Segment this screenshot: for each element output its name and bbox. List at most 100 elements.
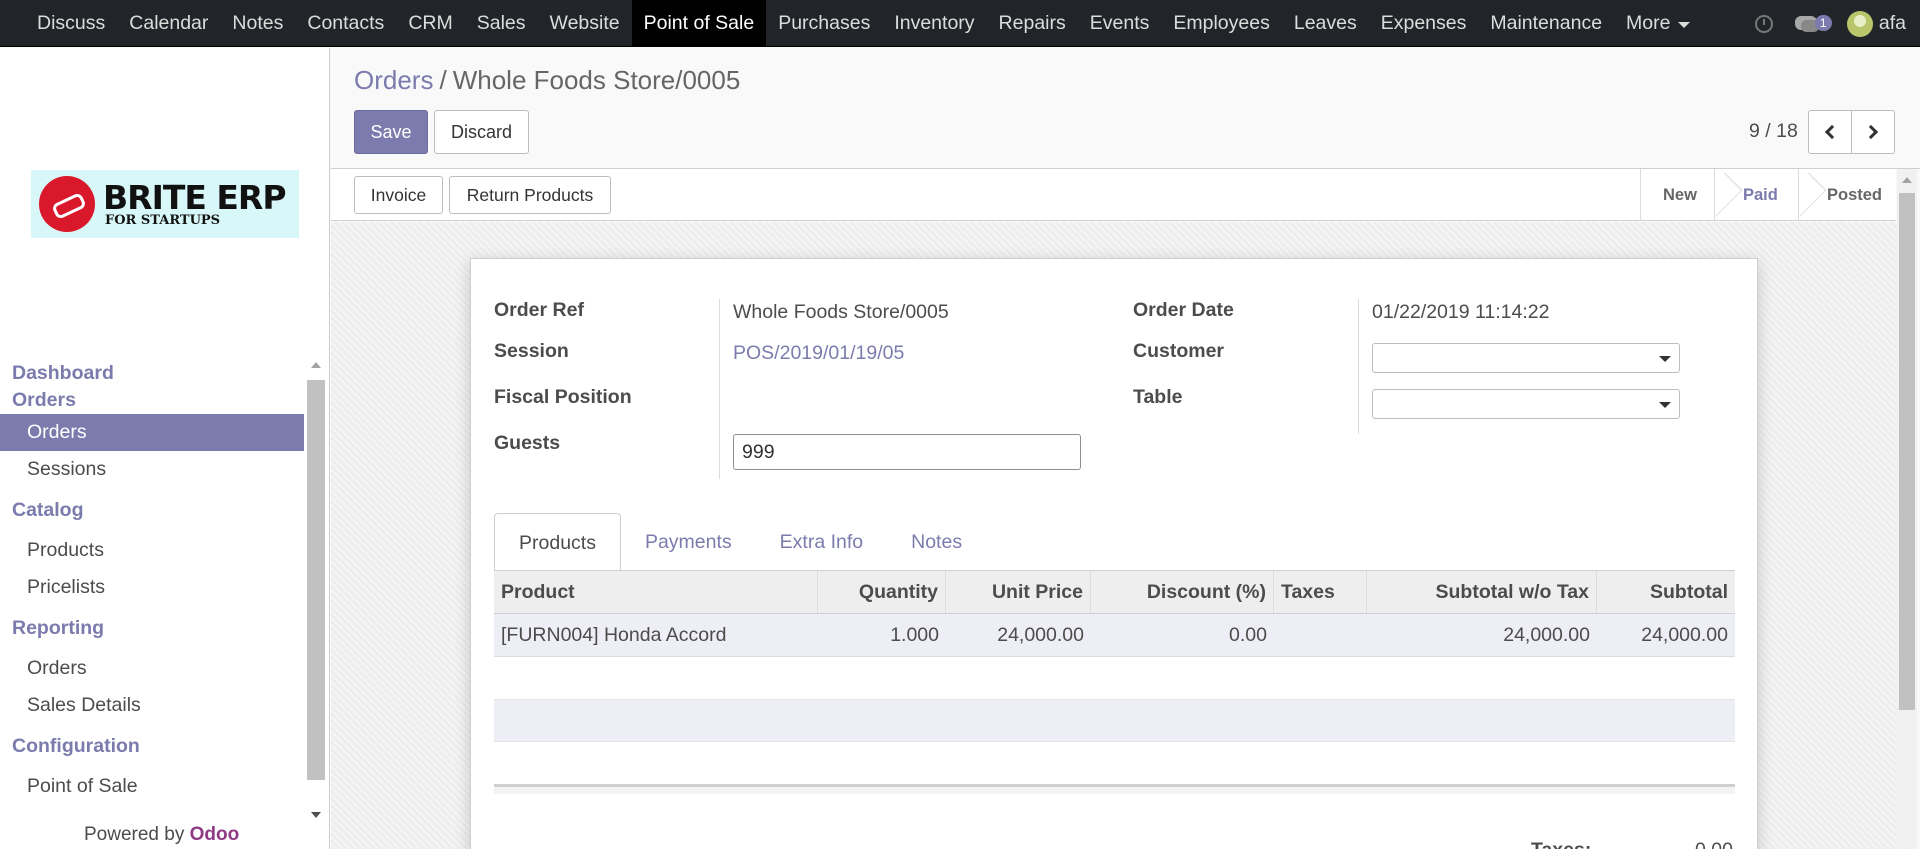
scroll-down-arrow-icon[interactable] xyxy=(311,812,321,818)
sidebar-section-dashboard[interactable]: Dashboard xyxy=(0,360,304,387)
cell-subtotal-wo-tax: 24,000.00 xyxy=(1503,624,1590,646)
main-scrollbar[interactable] xyxy=(1897,169,1917,849)
activity-clock-icon[interactable] xyxy=(1754,14,1773,33)
pager-next-button[interactable] xyxy=(1851,110,1895,154)
sidebar-section-reporting[interactable]: Reporting xyxy=(0,606,304,650)
guests-input[interactable]: 999 xyxy=(733,434,1081,470)
nav-item-sales[interactable]: Sales xyxy=(465,0,538,47)
cell-quantity: 1.000 xyxy=(890,624,939,646)
column-header-taxes[interactable]: Taxes xyxy=(1274,571,1367,613)
nav-item-point-of-sale[interactable]: Point of Sale xyxy=(631,0,767,47)
scroll-up-arrow-icon[interactable] xyxy=(311,362,321,368)
order-ref-value: Whole Foods Store/0005 xyxy=(733,301,949,323)
nav-item-website[interactable]: Website xyxy=(538,0,632,47)
cell-product: [FURN004] Honda Accord xyxy=(501,624,727,646)
fiscal-position-label: Fiscal Position xyxy=(494,386,632,408)
company-logo: BRITE ERP FOR STARTUPS xyxy=(31,170,299,238)
pager-previous-button[interactable] xyxy=(1808,110,1852,154)
sidebar-item-reporting-orders[interactable]: Orders xyxy=(0,650,304,687)
customer-select[interactable] xyxy=(1372,343,1680,373)
systray: 1 afa xyxy=(1754,0,1920,47)
sidebar-item-orders[interactable]: Orders xyxy=(0,414,304,451)
nav-item-contacts[interactable]: Contacts xyxy=(295,0,396,47)
cell-taxes xyxy=(1274,614,1367,656)
cell-subtotal: 24,000.00 xyxy=(1641,624,1728,646)
chat-icon[interactable]: 1 xyxy=(1794,13,1832,35)
taxes-label: Taxes: xyxy=(1531,839,1591,849)
guests-label: Guests xyxy=(494,432,561,454)
column-header-unit-price[interactable]: Unit Price xyxy=(946,571,1091,613)
sidebar-scrollbar[interactable] xyxy=(306,362,326,822)
chevron-left-icon xyxy=(1824,124,1840,140)
nav-item-calendar[interactable]: Calendar xyxy=(117,0,220,47)
session-link[interactable]: POS/2019/01/19/05 xyxy=(733,342,904,365)
cell-unit-price: 24,000.00 xyxy=(997,624,1084,646)
nav-more-label: More xyxy=(1626,11,1671,34)
column-header-subtotal[interactable]: Subtotal xyxy=(1597,571,1735,613)
odoo-link[interactable]: Odoo xyxy=(190,824,240,845)
pager-value[interactable]: 9 / 18 xyxy=(1749,120,1798,143)
form-sheet: Order Ref Whole Foods Store/0005 Session… xyxy=(470,258,1758,849)
powered-by: Powered by Odoo xyxy=(84,824,239,846)
nav-item-expenses[interactable]: Expenses xyxy=(1369,0,1479,47)
tab-notes[interactable]: Notes xyxy=(887,513,986,571)
save-button[interactable]: Save xyxy=(354,110,428,154)
nav-item-discuss[interactable]: Discuss xyxy=(25,0,117,47)
return-products-button[interactable]: Return Products xyxy=(449,176,611,214)
nav-item-purchases[interactable]: Purchases xyxy=(766,0,882,47)
customer-label: Customer xyxy=(1133,340,1225,362)
sidebar-item-sessions[interactable]: Sessions xyxy=(0,451,304,488)
nav-item-inventory[interactable]: Inventory xyxy=(882,0,986,47)
powered-by-text: Powered by xyxy=(84,824,185,845)
scroll-thumb[interactable] xyxy=(1899,193,1915,710)
table-row[interactable]: [FURN004] Honda Accord 1.000 24,000.00 0… xyxy=(494,614,1735,657)
sidebar-item-products[interactable]: Products xyxy=(0,532,304,569)
app-menu: Discuss Calendar Notes Contacts CRM Sale… xyxy=(0,0,1702,47)
breadcrumb-current: Whole Foods Store/0005 xyxy=(452,65,741,95)
column-header-discount[interactable]: Discount (%) xyxy=(1091,571,1274,613)
scroll-up-arrow-icon[interactable] xyxy=(1902,177,1912,183)
sidebar-menu: Dashboard Orders Orders Sessions Catalog… xyxy=(0,360,304,822)
order-date-label: Order Date xyxy=(1133,299,1234,321)
sidebar-item-sales-details[interactable]: Sales Details xyxy=(0,687,304,724)
discard-button[interactable]: Discard xyxy=(434,110,529,154)
logo-brand: BRITE ERP xyxy=(103,178,287,217)
user-name[interactable]: afa xyxy=(1879,12,1906,35)
caret-down-icon xyxy=(1678,21,1691,28)
nav-item-crm[interactable]: CRM xyxy=(396,0,464,47)
column-header-subtotal-wo-tax[interactable]: Subtotal w/o Tax xyxy=(1367,571,1597,613)
tab-payments[interactable]: Payments xyxy=(621,513,756,571)
sidebar-item-pricelists[interactable]: Pricelists xyxy=(0,569,304,606)
stage-posted[interactable]: Posted xyxy=(1798,169,1896,221)
tab-products[interactable]: Products xyxy=(494,513,621,571)
column-header-product[interactable]: Product xyxy=(494,571,818,613)
column-header-quantity[interactable]: Quantity xyxy=(818,571,946,613)
tab-extra-info[interactable]: Extra Info xyxy=(756,513,887,571)
nav-item-maintenance[interactable]: Maintenance xyxy=(1478,0,1614,47)
breadcrumb-orders-link[interactable]: Orders xyxy=(354,65,433,95)
chevron-right-icon xyxy=(1863,124,1879,140)
invoice-button[interactable]: Invoice xyxy=(354,176,443,214)
nav-item-repairs[interactable]: Repairs xyxy=(987,0,1078,47)
sidebar-section-orders[interactable]: Orders xyxy=(0,387,304,414)
sidebar-section-configuration[interactable]: Configuration xyxy=(0,724,304,768)
table-header: Product Quantity Unit Price Discount (%)… xyxy=(494,570,1735,614)
sidebar-item-point-of-sale[interactable]: Point of Sale xyxy=(0,768,304,805)
nav-item-events[interactable]: Events xyxy=(1078,0,1162,47)
nav-more-dropdown[interactable]: More xyxy=(1614,0,1702,47)
taxes-value: 0.00 xyxy=(1695,839,1733,849)
nav-item-notes[interactable]: Notes xyxy=(220,0,295,47)
scroll-thumb[interactable] xyxy=(307,380,325,780)
top-navbar: Discuss Calendar Notes Contacts CRM Sale… xyxy=(0,0,1920,47)
caret-down-icon xyxy=(1659,356,1671,362)
order-date-value: 01/22/2019 11:14:22 xyxy=(1372,301,1550,323)
sidebar-section-catalog[interactable]: Catalog xyxy=(0,488,304,532)
user-avatar[interactable] xyxy=(1846,10,1873,37)
order-lines-table: Product Quantity Unit Price Discount (%)… xyxy=(494,570,1735,657)
breadcrumb-separator: / xyxy=(439,65,447,95)
table-select[interactable] xyxy=(1372,389,1680,419)
form-statusbar: Invoice Return Products New Paid Posted xyxy=(331,169,1896,221)
nav-item-employees[interactable]: Employees xyxy=(1161,0,1281,47)
nav-item-leaves[interactable]: Leaves xyxy=(1282,0,1369,47)
notebook-tabs: Products Payments Extra Info Notes xyxy=(494,513,986,571)
